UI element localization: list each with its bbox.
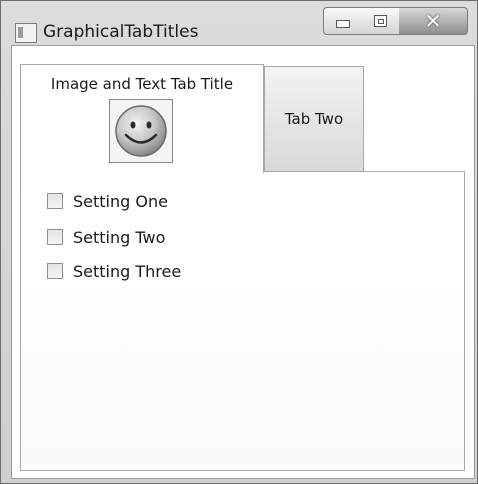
app-window: GraphicalTabTitles ✕ Image and Text Tab … — [0, 0, 478, 484]
setting-one-checkbox[interactable] — [47, 193, 63, 209]
window-title: GraphicalTabTitles — [43, 22, 199, 42]
minimize-icon — [336, 20, 350, 28]
window-client-area: Image and Text Tab Title Tab Two Setting… — [11, 45, 475, 479]
title-bar[interactable]: GraphicalTabTitles ✕ — [1, 1, 477, 45]
setting-three-label: Setting Three — [73, 261, 182, 281]
setting-two-row[interactable]: Setting Two — [47, 226, 165, 248]
maximize-icon — [373, 15, 387, 27]
minimize-button[interactable] — [323, 7, 363, 35]
close-icon: ✕ — [424, 9, 442, 33]
setting-one-row[interactable]: Setting One — [47, 190, 168, 212]
maximize-button[interactable] — [361, 7, 400, 35]
setting-three-checkbox[interactable] — [47, 263, 63, 279]
setting-two-label: Setting Two — [73, 227, 166, 247]
app-window-icon[interactable] — [15, 23, 37, 43]
tab-two-label: Tab Two — [284, 110, 344, 128]
tab-content-panel: Setting One Setting Two Setting Three — [20, 171, 465, 471]
tab-two[interactable]: Tab Two — [264, 66, 364, 172]
setting-three-row[interactable]: Setting Three — [47, 260, 181, 282]
close-button[interactable]: ✕ — [399, 7, 468, 35]
tab-image-and-text[interactable]: Image and Text Tab Title — [20, 64, 264, 173]
tab-title-label: Image and Text Tab Title — [50, 75, 234, 93]
smiley-face-icon — [109, 99, 173, 163]
setting-two-checkbox[interactable] — [47, 229, 63, 245]
setting-one-label: Setting One — [73, 191, 168, 211]
